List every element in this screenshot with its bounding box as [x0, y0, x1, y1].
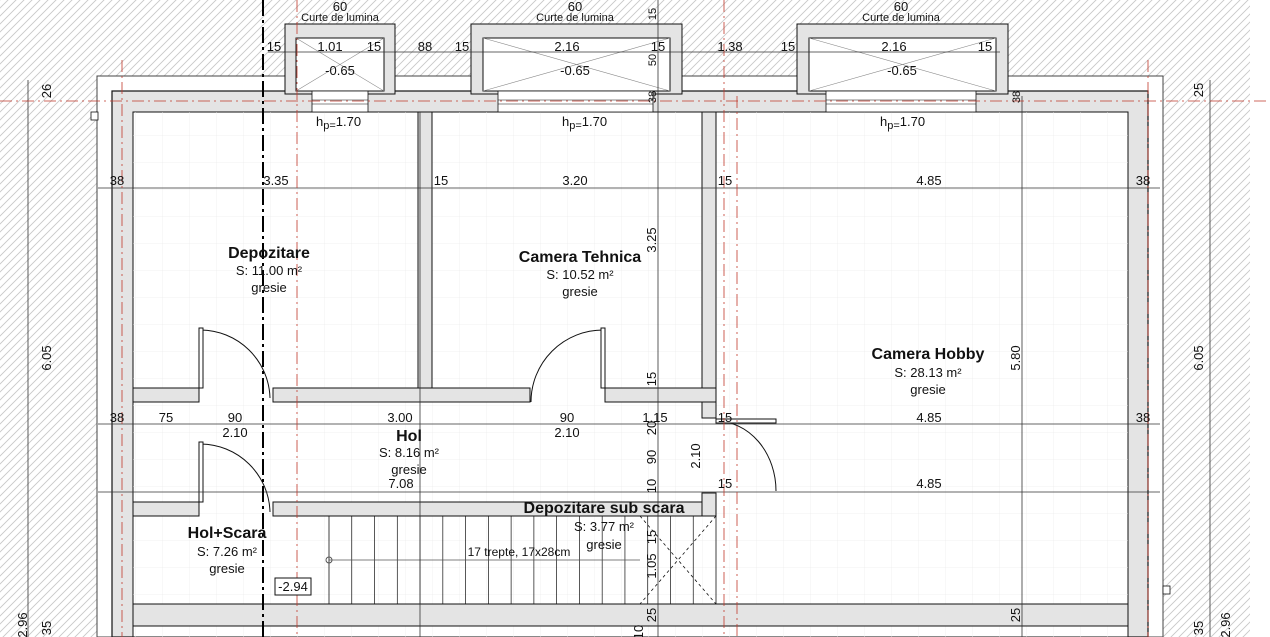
court-right-side-b: 15 — [978, 39, 992, 54]
row2-seg-75: 75 — [159, 410, 173, 425]
right-bottom: 2.96 — [1218, 612, 1233, 637]
room-area-hol: S: 8.16 m² — [379, 445, 440, 460]
room-area-hol-scara: S: 7.26 m² — [197, 544, 258, 559]
row2-door-2: 90 — [560, 410, 574, 425]
court-right-level: -0.65 — [887, 63, 917, 78]
court-right-side-a: 15 — [781, 39, 795, 54]
room-area-camera-hobby: S: 28.13 m² — [894, 365, 962, 380]
top-gap-1: 88 — [418, 39, 432, 54]
court-left-inner: 1.01 — [317, 39, 342, 54]
room-area-camera-tehnica: S: 10.52 m² — [546, 267, 614, 282]
room-name-depozitare-sub-scara: Depozitare sub scara — [524, 500, 685, 517]
row1-wall-left: 38 — [110, 173, 124, 188]
row2-wall-2: 15 — [718, 410, 732, 425]
row2-sub-b: 2.10 — [554, 425, 579, 440]
v-15b: 15 — [644, 530, 659, 544]
court-depth-2: 50 — [647, 54, 659, 66]
court-left-side-b: 15 — [367, 39, 381, 54]
right-outer-top: 25 — [1191, 83, 1206, 97]
row2-wall-left: 38 — [110, 410, 124, 425]
room-floor-camera-tehnica: gresie — [562, 284, 597, 299]
row1-room1: 3.35 — [263, 173, 288, 188]
left-outer-top: 26 — [39, 84, 54, 98]
v-25b: 25 — [1008, 608, 1023, 622]
interior-grid — [133, 112, 1128, 637]
v-tehnica: 3.25 — [644, 227, 659, 252]
top-gap-2: 1.38 — [717, 39, 742, 54]
court-middle-side-b: 15 — [651, 39, 665, 54]
court-middle-inner: 2.16 — [554, 39, 579, 54]
v-20: 20 — [644, 421, 659, 435]
v-210: 2.10 — [688, 443, 703, 468]
row2-door-1: 90 — [228, 410, 242, 425]
court-left-level: -0.65 — [325, 63, 355, 78]
row3-total: 7.08 — [388, 476, 413, 491]
left-total: 6.05 — [39, 345, 54, 370]
left-bottom: 2.96 — [15, 612, 30, 637]
court-wall: 38 — [647, 91, 659, 103]
room-area-depozitare: S: 11.00 m² — [236, 263, 303, 278]
row1-wall-right: 38 — [1136, 173, 1150, 188]
row2-wall-right: 38 — [1136, 410, 1150, 425]
room-name-depozitare: Depozitare — [228, 245, 310, 262]
room-floor-hol: gresie — [391, 462, 426, 477]
v-105: 1.05 — [644, 553, 659, 578]
light-court-right — [796, 23, 1009, 95]
room-name-hol: Hol — [396, 428, 422, 445]
row1-room3: 4.85 — [916, 173, 941, 188]
court-depth: 15 — [647, 8, 659, 20]
stair-level: -2.94 — [278, 579, 308, 594]
court-left-side-a: 15 — [267, 39, 281, 54]
left-marker — [90, 111, 99, 121]
room-name-camera-hobby: Camera Hobby — [872, 346, 985, 363]
left-bottom-2: 35 — [39, 621, 54, 635]
row3-wall: 15 — [718, 476, 732, 491]
room-floor-depozitare: gresie — [251, 280, 286, 295]
court-right-inner: 2.16 — [881, 39, 906, 54]
row1-room2: 3.20 — [562, 173, 587, 188]
v-10b: 10 — [631, 625, 646, 637]
row2-room3: 4.85 — [916, 410, 941, 425]
right-total: 6.05 — [1191, 345, 1206, 370]
v-hobby: 5.80 — [1008, 345, 1023, 370]
v-90: 90 — [644, 450, 659, 464]
row2-sub-a: 2.10 — [222, 425, 247, 440]
court-label-middle: Curte de lumina — [536, 12, 615, 24]
court-label-left: Curte de lumina — [301, 12, 380, 24]
light-court-left — [284, 23, 396, 95]
row3-room3: 4.85 — [916, 476, 941, 491]
right-margin — [1250, 0, 1270, 637]
row1-wall-2: 15 — [718, 173, 732, 188]
right-bottom-2: 35 — [1191, 621, 1206, 635]
court-wall-right: 38 — [1011, 91, 1023, 103]
right-marker — [1162, 585, 1171, 595]
row2-hol: 3.00 — [387, 410, 412, 425]
v-10: 10 — [644, 479, 659, 493]
floor-plan: 60 Curte de lumina 15 1.01 15 -0.65 60 C… — [0, 0, 1270, 637]
room-name-hol-scara: Hol+Scara — [188, 525, 267, 542]
room-floor-hol-scara: gresie — [209, 561, 244, 576]
room-area-depozitare-sub-scara: S: 3.77 m² — [574, 519, 635, 534]
v-15: 15 — [644, 372, 659, 386]
row1-wall-1: 15 — [434, 173, 448, 188]
court-label-right: Curte de lumina — [862, 12, 941, 24]
room-name-camera-tehnica: Camera Tehnica — [519, 249, 642, 266]
court-middle-side-a: 15 — [455, 39, 469, 54]
stair-note: 17 trepte, 17x28cm — [468, 545, 571, 559]
room-floor-camera-hobby: gresie — [910, 382, 945, 397]
court-middle-level: -0.65 — [560, 63, 590, 78]
room-floor-depozitare-sub-scara: gresie — [586, 537, 621, 552]
v-25: 25 — [644, 608, 659, 622]
